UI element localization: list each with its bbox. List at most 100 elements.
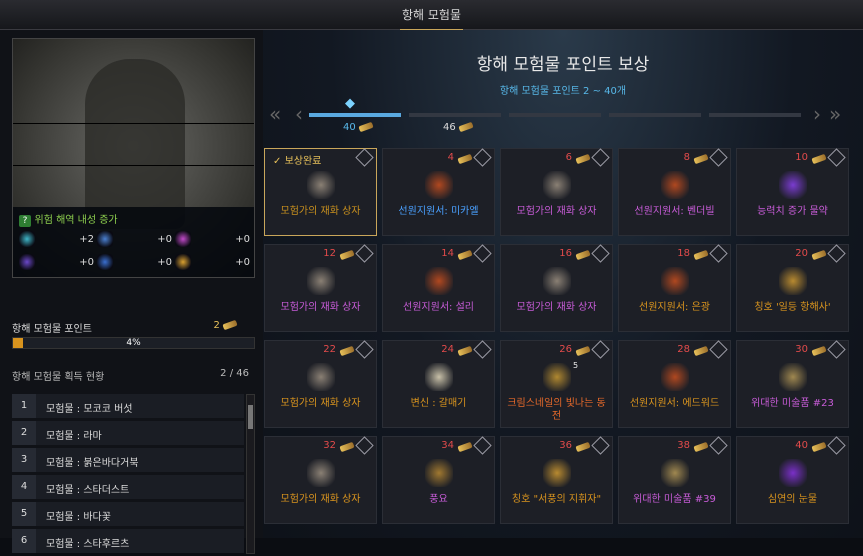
reward-name: 모험가의 재화 상자 [280, 494, 361, 505]
prev-button[interactable]: ‹ [295, 102, 303, 126]
reward-name: 선원지원서: 미카엘 [398, 206, 479, 217]
scroll-icon [661, 267, 689, 295]
reward-cell[interactable]: 12 모험가의 재화 상자 [264, 244, 377, 332]
progress-segment [409, 113, 501, 117]
key-icon [339, 249, 355, 261]
reward-complete-label: ✓ 보상완료 [273, 156, 322, 167]
reward-header: 6 [501, 148, 612, 167]
scrollbar[interactable] [246, 394, 255, 554]
acquire-list-item[interactable]: 3 모험물 : 붉은바다거북 [12, 448, 244, 472]
prev-page-button[interactable]: « [269, 102, 281, 126]
stat-item: +0 [97, 231, 172, 249]
reward-cell[interactable]: 18 선원지원서: 은광 [618, 244, 731, 332]
item-name: 모험물 : 모코코 버섯 [46, 404, 133, 415]
reward-header: 4 [383, 148, 494, 167]
key-icon [811, 153, 827, 165]
reward-cell[interactable]: 24 변신 : 갈매기 [382, 340, 495, 428]
scrollbar-thumb[interactable] [248, 405, 253, 429]
reward-header: 14 [383, 244, 494, 263]
reward-cell[interactable]: 38 위대한 미술품 #39 [618, 436, 731, 524]
telescope-icon [543, 459, 571, 487]
next-button[interactable]: › [813, 102, 821, 126]
help-icon[interactable]: ? [19, 215, 31, 227]
reward-header: 8 [619, 148, 730, 167]
key-icon [811, 345, 827, 357]
progress-segment [309, 113, 401, 117]
reward-cell[interactable]: 26 5 크림스네일의 빛나는 동전 [500, 340, 613, 428]
item-name: 모험물 : 붉은바다거북 [46, 458, 139, 469]
reward-points: 14 [441, 248, 454, 259]
reward-cell[interactable]: 14 선원지원서: 설리 [382, 244, 495, 332]
item-name: 모험물 : 라마 [46, 431, 102, 442]
reward-name: 선원지원서: 벤더빌 [634, 206, 715, 217]
reward-header: 40 [737, 436, 848, 455]
reward-cell[interactable]: 6 모험가의 재화 상자 [500, 148, 613, 236]
coin-icon [543, 363, 571, 391]
diamond-badge-icon [355, 244, 374, 263]
key-icon [811, 441, 827, 453]
reward-header: 28 [619, 340, 730, 359]
reward-cell[interactable]: 10 능력치 증가 물약 [736, 148, 849, 236]
key-icon [575, 153, 591, 165]
diamond-badge-icon [827, 244, 846, 263]
reward-points: 12 [323, 248, 336, 259]
reward-cell[interactable]: 30 위대한 미술품 #23 [736, 340, 849, 428]
acquire-list-item[interactable]: 6 모험물 : 스타후르츠 [12, 529, 244, 553]
reward-cell[interactable]: ✓ 보상완료 모험가의 재화 상자 [264, 148, 377, 236]
points-progress-bar: 4% [12, 337, 255, 349]
reward-name: 변신 : 갈매기 [410, 398, 467, 409]
reward-cell[interactable]: 28 선원지원서: 에드워드 [618, 340, 731, 428]
reward-points: 20 [795, 248, 808, 259]
progress-label: 46 [443, 121, 474, 133]
acquire-list-item[interactable]: 4 모험물 : 스타더스트 [12, 475, 244, 499]
reward-header: 20 [737, 244, 848, 263]
stat-item: +0 [175, 254, 250, 272]
acquire-list-item[interactable]: 2 모험물 : 라마 [12, 421, 244, 445]
diamond-badge-icon [591, 244, 610, 263]
progress-segment [709, 113, 801, 117]
reward-cell[interactable]: 20 칭호 '일등 항해사' [736, 244, 849, 332]
reward-cell[interactable]: 40 심연의 눈물 [736, 436, 849, 524]
reward-cell[interactable]: 8 선원지원서: 벤더빌 [618, 148, 731, 236]
treasure-box-icon [307, 171, 335, 199]
horn-icon [425, 459, 453, 487]
blue-shard-icon [97, 254, 113, 270]
reward-name: 칭호 '일등 항해사' [754, 302, 831, 313]
reward-header: 26 [501, 340, 612, 359]
diamond-badge-icon [355, 436, 374, 455]
stats-box: ? 위험 해역 내성 증가 +2 +0 +0 +0 +0 +0 [13, 207, 254, 277]
acquire-list-item[interactable]: 1 모험물 : 모코코 버섯 [12, 394, 244, 418]
key-icon [222, 319, 238, 331]
progress-segment [509, 113, 601, 117]
item-name: 모험물 : 스타더스트 [46, 485, 130, 496]
reward-cell[interactable]: 34 풍요 [382, 436, 495, 524]
item-count: 5 [573, 361, 579, 370]
reward-header: 32 [265, 436, 376, 455]
reward-name: 모험가의 재화 상자 [516, 302, 597, 313]
treasure-box-icon [307, 363, 335, 391]
reward-cell[interactable]: 4 선원지원서: 미카엘 [382, 148, 495, 236]
key-icon [693, 345, 709, 357]
relic-figure [85, 59, 185, 229]
stat-item: +0 [175, 231, 250, 249]
reward-header: 34 [383, 436, 494, 455]
treasure-box-icon [543, 267, 571, 295]
diamond-badge-icon [591, 148, 610, 167]
reward-cell[interactable]: 36 칭호 "서풍의 지휘자" [500, 436, 613, 524]
acquire-list-item[interactable]: 5 모험물 : 바다꽃 [12, 502, 244, 526]
diamond-badge-icon [473, 148, 492, 167]
main-panel: 항해 모험물 포인트 보상 항해 모험물 포인트 2 ~ 40개 « ‹ › »… [263, 30, 863, 538]
relic-crack [13, 123, 254, 124]
telescope-icon [779, 267, 807, 295]
reward-cell[interactable]: 22 모험가의 재화 상자 [264, 340, 377, 428]
reward-cell[interactable]: 16 모험가의 재화 상자 [500, 244, 613, 332]
key-icon [457, 153, 473, 165]
reward-name: 선원지원서: 설리 [403, 302, 474, 313]
next-page-button[interactable]: » [829, 102, 841, 126]
reward-header: 16 [501, 244, 612, 263]
reward-cell[interactable]: 32 모험가의 재화 상자 [264, 436, 377, 524]
reward-name: 풍요 [429, 494, 448, 505]
reward-header: 10 [737, 148, 848, 167]
pink-spark-icon [175, 231, 191, 247]
progress-segment [609, 113, 701, 117]
